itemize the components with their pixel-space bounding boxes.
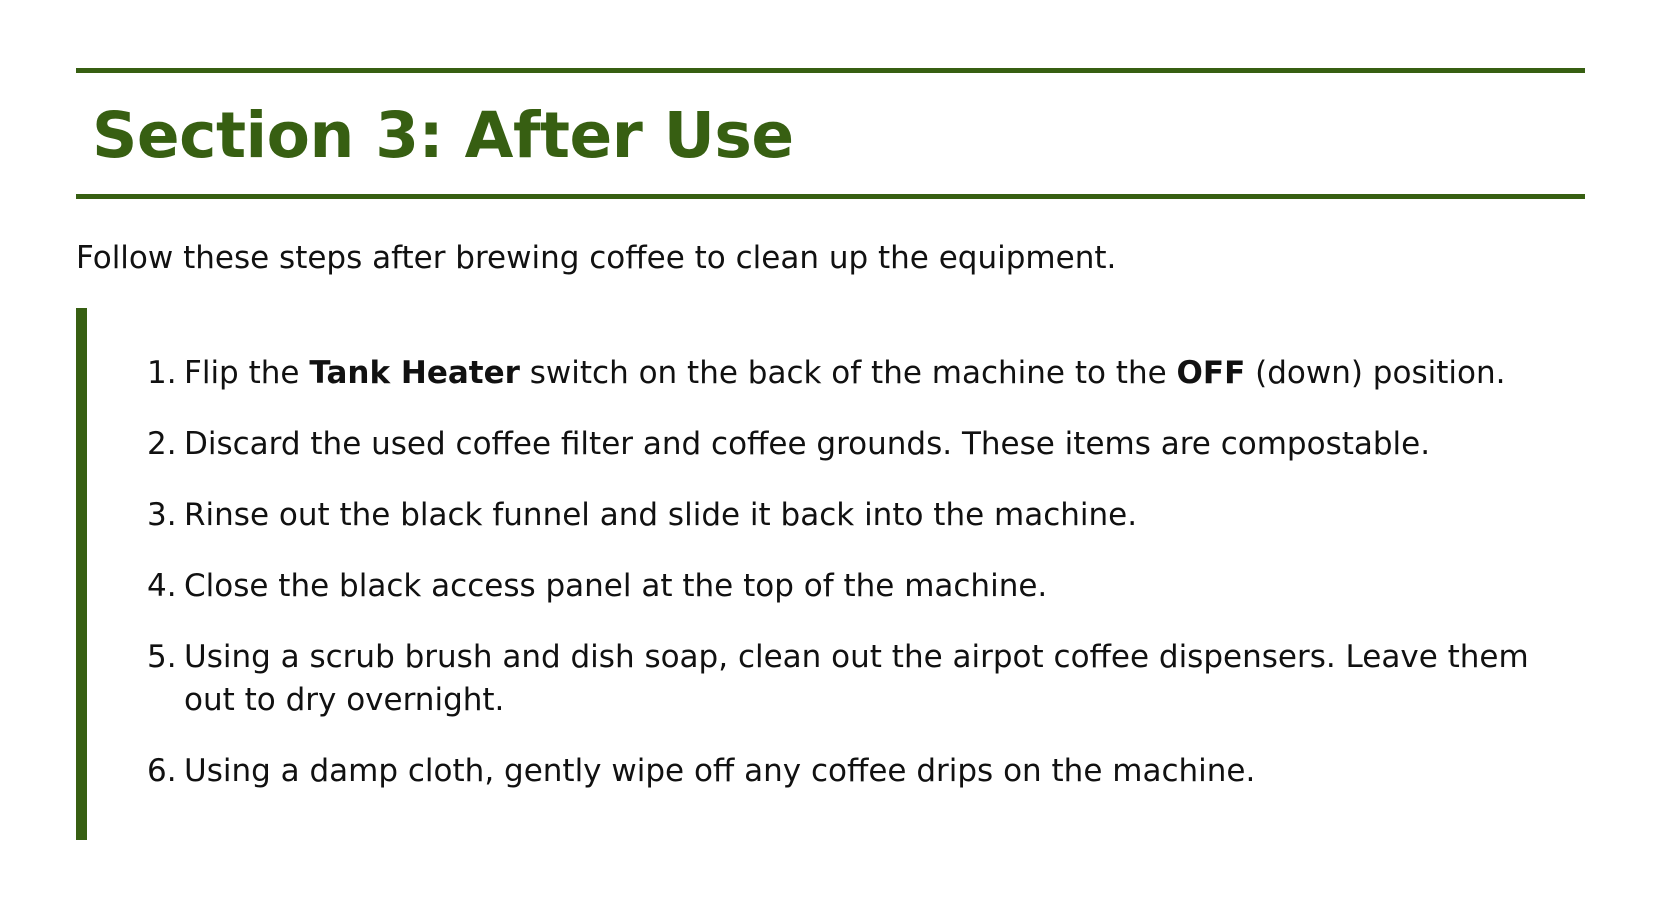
tank-heater-term: Tank Heater <box>309 355 520 391</box>
step-number: 2. <box>147 426 177 462</box>
step-item-6: 6. Using a damp cloth, gently wipe off an… <box>147 750 1589 793</box>
document-page: Section 3: After Use Follow these steps … <box>0 0 1654 904</box>
off-term: OFF <box>1176 355 1246 391</box>
callout-accent-bar <box>76 308 87 840</box>
step-text: Rinse out the black funnel and slide it … <box>184 497 1138 533</box>
step-item-5: 5. Using a scrub brush and dish soap, cle… <box>147 636 1589 722</box>
intro-paragraph: Follow these steps after brewing coffee … <box>76 240 1117 276</box>
step-text: Close the black access panel at the top … <box>184 568 1048 604</box>
section-title: Section 3: After Use <box>92 99 794 172</box>
step-text: Using a scrub brush and dish soap, clean… <box>184 639 1529 718</box>
step-text: switch on the back of the machine to the <box>519 355 1177 391</box>
steps-list: 1. Flip the Tank Heater switch on the bac… <box>147 352 1589 821</box>
step-text: Discard the used coffee filter and coffe… <box>184 426 1431 462</box>
step-number: 5. <box>147 639 177 675</box>
header-bottom-rule <box>76 194 1585 199</box>
step-item-4: 4. Close the black access panel at the to… <box>147 565 1589 608</box>
step-item-3: 3. Rinse out the black funnel and slide i… <box>147 494 1589 537</box>
step-text: (down) position. <box>1245 355 1506 391</box>
step-number: 1. <box>147 355 177 391</box>
step-number: 4. <box>147 568 177 604</box>
step-text: Using a damp cloth, gently wipe off any … <box>184 753 1256 789</box>
step-text: Flip the <box>184 355 310 391</box>
step-item-2: 2. Discard the used coffee filter and cof… <box>147 423 1589 466</box>
step-item-1: 1. Flip the Tank Heater switch on the bac… <box>147 352 1589 395</box>
step-number: 3. <box>147 497 177 533</box>
header-top-rule <box>76 68 1585 73</box>
step-number: 6. <box>147 753 177 789</box>
